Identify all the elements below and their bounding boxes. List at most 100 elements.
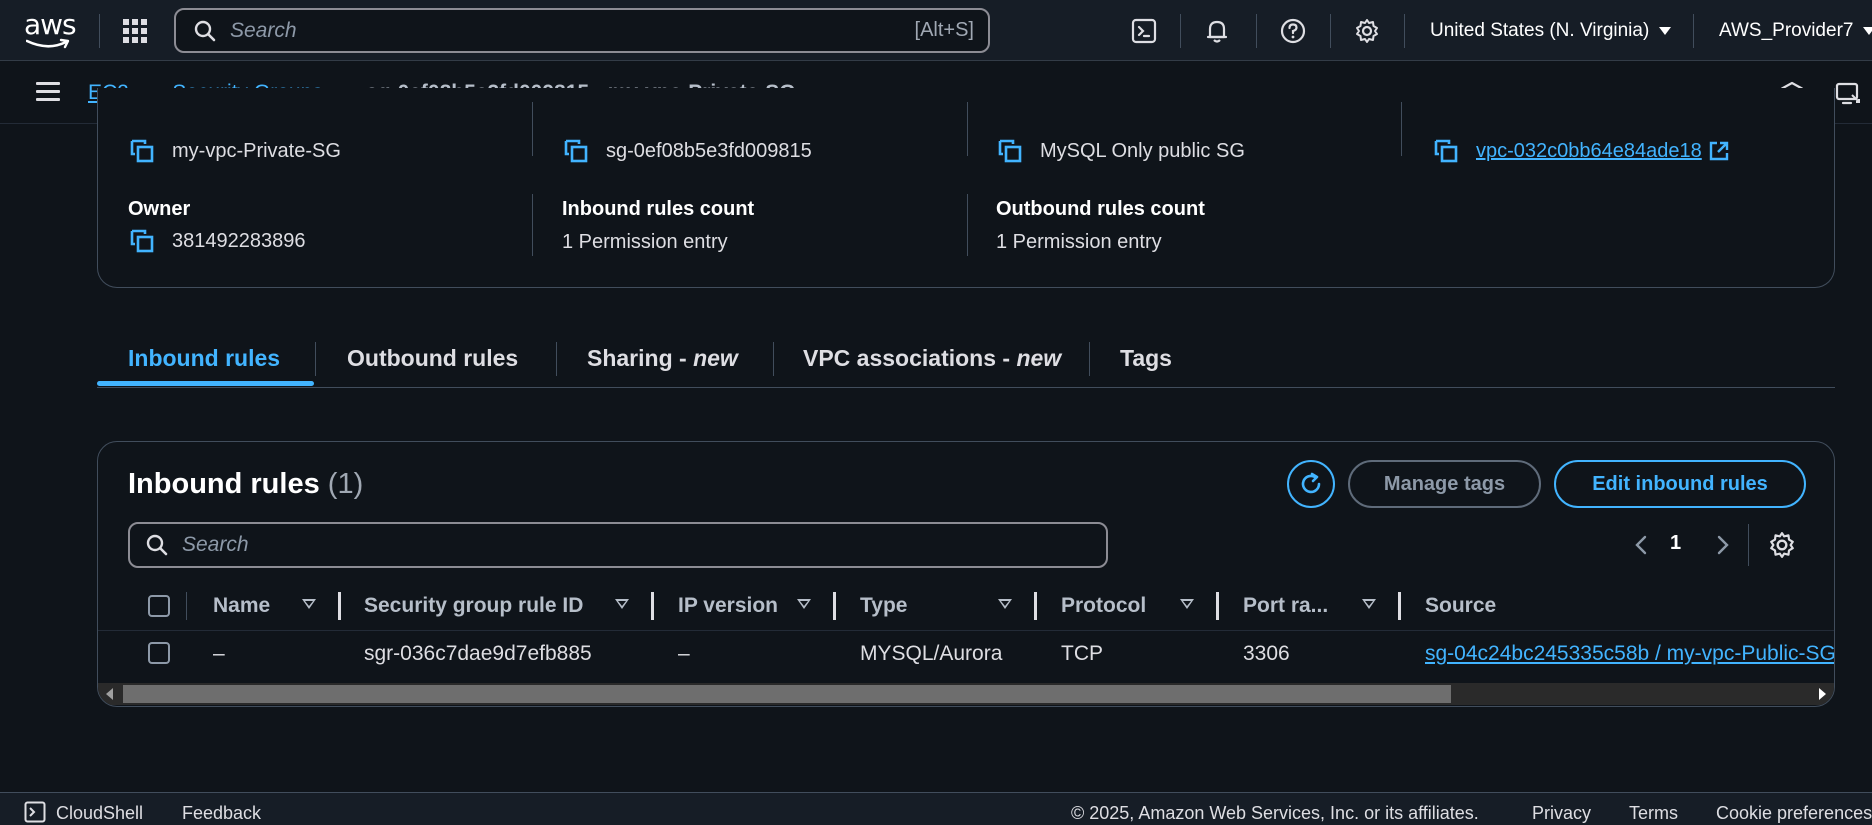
display-preferences-icon[interactable]	[1834, 80, 1862, 108]
settings-gear-icon[interactable]	[1352, 16, 1382, 46]
column-resizer[interactable]	[1034, 592, 1037, 620]
privacy-link[interactable]: Privacy	[1532, 803, 1591, 824]
menu-hamburger-icon[interactable]	[36, 82, 60, 102]
detail-value: my-vpc-Private-SG	[172, 139, 341, 162]
sort-icon[interactable]	[1362, 599, 1376, 609]
copy-icon[interactable]	[128, 227, 156, 255]
cell-port-range: 3306	[1243, 642, 1290, 665]
tab-tags[interactable]: Tags	[1120, 328, 1172, 388]
source-security-group-link[interactable]: sg-04c24bc245335c58b / my-vpc-Public-SG	[1425, 642, 1834, 666]
security-group-details: my-vpc-Private-SG sg-0ef08b5e3fd009815 M…	[97, 88, 1835, 288]
search-placeholder: Search	[182, 533, 249, 556]
panel-title: Inbound rules (1)	[128, 468, 363, 501]
column-resizer[interactable]	[338, 592, 341, 620]
sort-icon[interactable]	[615, 599, 629, 609]
search-icon	[194, 20, 216, 42]
copy-icon[interactable]	[1432, 137, 1460, 165]
cloudshell-icon[interactable]	[1129, 16, 1159, 46]
horizontal-scrollbar[interactable]	[98, 683, 1834, 705]
column-header-type[interactable]: Type	[860, 584, 907, 628]
column-resizer[interactable]	[833, 592, 836, 620]
refresh-icon	[1301, 472, 1321, 494]
rules-search-input[interactable]: Search	[128, 522, 1108, 568]
tab-inbound-rules[interactable]: Inbound rules	[128, 328, 280, 388]
next-page-button[interactable]	[1710, 532, 1736, 558]
column-resizer[interactable]	[651, 592, 654, 620]
column-header-name[interactable]: Name	[213, 584, 270, 628]
copy-icon[interactable]	[562, 137, 590, 165]
previous-page-button[interactable]	[1628, 532, 1654, 558]
sort-icon[interactable]	[302, 599, 316, 609]
region-selector[interactable]: United States (N. Virginia)	[1430, 0, 1672, 61]
detail-label: Owner	[128, 198, 191, 220]
account-menu[interactable]: AWS_Provider7	[1719, 0, 1872, 61]
detail-label: Outbound rules count	[996, 198, 1205, 220]
edit-inbound-rules-button[interactable]: Edit inbound rules	[1554, 460, 1806, 508]
column-resizer[interactable]	[1398, 592, 1401, 620]
copy-icon[interactable]	[996, 137, 1024, 165]
tab-sharing[interactable]: Sharing - new	[587, 328, 738, 388]
sort-icon[interactable]	[797, 599, 811, 609]
aws-logo[interactable]: aws	[24, 8, 77, 49]
tab-vpc-associations[interactable]: VPC associations - new	[803, 328, 1061, 388]
cell-type: MYSQL/Aurora	[860, 642, 1003, 665]
copy-icon[interactable]	[128, 137, 156, 165]
column-header-source[interactable]: Source	[1425, 584, 1496, 628]
cloudshell-link[interactable]: CloudShell	[56, 803, 143, 824]
help-icon[interactable]	[1278, 16, 1308, 46]
divider	[967, 102, 968, 156]
aws-smile-icon	[26, 38, 70, 49]
column-header-ip-version[interactable]: IP version	[678, 584, 778, 628]
cloudshell-footer-icon[interactable]	[24, 801, 46, 823]
table-row: – sgr-036c7dae9d7efb885 – MYSQL/Aurora T…	[98, 630, 1834, 677]
divider	[1404, 14, 1405, 48]
chevron-left-icon	[1635, 535, 1647, 555]
detail-tabs: Inbound rules Outbound rules Sharing - n…	[97, 328, 1835, 388]
column-header-port-range[interactable]: Port ra...	[1243, 584, 1328, 628]
divider	[99, 14, 100, 48]
tab-label: Outbound rules	[347, 344, 519, 371]
global-search-input[interactable]: Search [Alt+S]	[174, 8, 990, 53]
column-header-rule-id[interactable]: Security group rule ID	[364, 584, 583, 628]
detail-sg-name: my-vpc-Private-SG	[128, 91, 341, 165]
sort-icon[interactable]	[1180, 599, 1194, 609]
feedback-link[interactable]: Feedback	[182, 803, 261, 824]
tab-label: VPC associations -	[803, 344, 1017, 371]
top-navigation: aws Search [Alt+S] United States (N. Vir…	[0, 0, 1872, 61]
vpc-link[interactable]: vpc-032c0bb64e84ade18	[1476, 140, 1730, 163]
divider	[186, 592, 187, 620]
notifications-bell-icon[interactable]	[1202, 16, 1232, 46]
table-header: Name Security group rule ID IP version T…	[98, 584, 1834, 628]
divider	[1089, 342, 1090, 376]
cell-source: sg-04c24bc245335c58b / my-vpc-Public-SG	[1425, 631, 1834, 677]
row-checkbox[interactable]	[148, 642, 170, 664]
scroll-right-arrow-icon[interactable]	[1819, 688, 1826, 700]
select-all-checkbox[interactable]	[148, 595, 170, 617]
divider	[773, 342, 774, 376]
refresh-button[interactable]	[1287, 460, 1335, 508]
detail-value: 1 Permission entry	[996, 231, 1162, 253]
detail-value: sg-0ef08b5e3fd009815	[606, 139, 812, 162]
aws-logo-text: aws	[24, 8, 77, 41]
column-resizer[interactable]	[1216, 592, 1219, 620]
detail-label: Inbound rules count	[562, 198, 755, 220]
current-page[interactable]: 1	[1670, 532, 1681, 555]
divider	[532, 194, 533, 256]
table-preferences-gear-icon[interactable]	[1768, 531, 1796, 559]
scroll-left-arrow-icon[interactable]	[106, 688, 113, 700]
terms-link[interactable]: Terms	[1629, 803, 1678, 824]
scrollbar-thumb[interactable]	[123, 685, 1451, 703]
cookie-preferences-link[interactable]: Cookie preferences	[1716, 803, 1872, 824]
active-tab-indicator	[97, 381, 314, 386]
services-grid-icon[interactable]	[122, 18, 148, 44]
detail-value: vpc-032c0bb64e84ade18	[1476, 139, 1702, 162]
detail-value: 381492283896	[172, 229, 306, 252]
console-footer: CloudShell Feedback © 2025, Amazon Web S…	[0, 792, 1872, 825]
divider	[556, 342, 557, 376]
manage-tags-button[interactable]: Manage tags	[1348, 460, 1541, 508]
sort-icon[interactable]	[998, 599, 1012, 609]
column-header-protocol[interactable]: Protocol	[1061, 584, 1146, 628]
panel-title-text: Inbound rules	[128, 468, 320, 500]
tab-label: Sharing -	[587, 344, 694, 371]
tab-outbound-rules[interactable]: Outbound rules	[347, 328, 518, 388]
